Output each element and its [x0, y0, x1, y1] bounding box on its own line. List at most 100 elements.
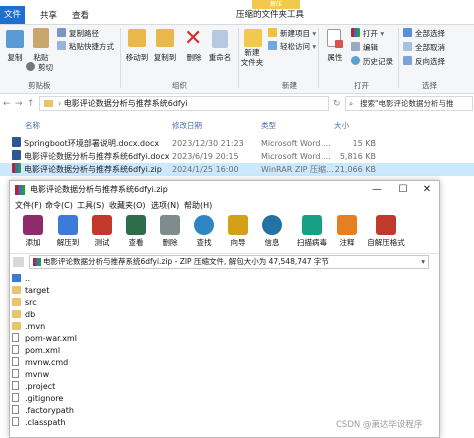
file-name-cell: 电影评论数据分析与推荐系统6dfyi.zip [12, 163, 162, 176]
list-item[interactable]: .classpath [12, 417, 66, 428]
list-item[interactable]: pom.xml [12, 345, 60, 356]
copy-to-icon[interactable] [156, 29, 174, 47]
chevron-down-icon: ▾ [310, 42, 317, 51]
file-modified: 2023/6/19 20:15 [172, 152, 239, 161]
history-icon [351, 56, 360, 65]
entry-name: .factorypath [25, 406, 74, 415]
move-to-button[interactable]: 移动到 [122, 52, 152, 63]
file-icon [12, 417, 19, 426]
paste-icon[interactable] [33, 28, 49, 48]
winrar-path-field[interactable]: 电影评论数据分析与推荐系统6dfyi.zip - ZIP 压缩文件, 解包大小为… [29, 255, 429, 269]
test-button[interactable]: 测试 [86, 214, 118, 252]
delete-button[interactable]: 删除 [182, 52, 206, 63]
move-to-icon[interactable] [128, 29, 146, 47]
back-arrow-icon[interactable]: ← [3, 99, 11, 109]
open-button[interactable]: 打开 ▾ [351, 28, 384, 39]
list-item[interactable]: db [12, 309, 35, 320]
paste-shortcut-button[interactable]: 粘贴快捷方式 [57, 41, 114, 52]
select-none-button[interactable]: 全部取消 [403, 42, 445, 53]
column-header-type[interactable]: 类型 [261, 120, 276, 131]
file-size: 21,066 KB [334, 165, 376, 174]
list-item[interactable]: .gitignore [12, 393, 63, 404]
list-item[interactable]: target [12, 285, 49, 296]
virus-scan-button[interactable]: 扫描病毒 [293, 214, 331, 252]
tab-share[interactable]: 共享 [40, 9, 57, 21]
up-folder-icon[interactable] [13, 257, 24, 267]
menu-commands[interactable]: 命令(C) [45, 199, 73, 212]
refresh-icon[interactable]: ↻ [333, 99, 341, 109]
rename-button[interactable]: 重命名 [204, 52, 236, 63]
comment-button[interactable]: 注释 [331, 214, 363, 252]
paste-shortcut-icon [57, 41, 66, 50]
invert-selection-button[interactable]: 反向选择 [403, 56, 445, 67]
wizard-button[interactable]: 向导 [222, 214, 254, 252]
winrar-zip-icon [12, 163, 21, 173]
list-item[interactable]: .project [12, 381, 55, 392]
minimize-button[interactable]: — [365, 181, 389, 199]
copy-button[interactable]: 复制 [2, 52, 28, 63]
forward-arrow-icon[interactable]: → [15, 99, 23, 109]
easy-access-label: 轻松访问 [280, 42, 310, 51]
file-icon [12, 357, 19, 366]
new-folder-button[interactable]: 新建 文件夹 [236, 48, 268, 68]
search-input[interactable]: ⌕ 搜索"电影评论数据分析与推 [345, 96, 473, 111]
list-item[interactable]: src [12, 297, 37, 308]
find-button[interactable]: 查找 [188, 214, 220, 252]
menu-options[interactable]: 选项(N) [151, 199, 179, 212]
rename-icon[interactable] [212, 30, 228, 48]
file-name: Springboot环境部署说明.docx.docx [24, 139, 160, 148]
extract-to-label: 解压到 [56, 238, 80, 247]
new-item-label: 新建项目 [280, 29, 310, 38]
select-all-button[interactable]: 全部选择 [403, 28, 445, 39]
folder-icon [12, 286, 21, 294]
list-item[interactable]: mvnw.cmd [12, 357, 68, 368]
easy-access-button[interactable]: 轻松访问 ▾ [268, 41, 316, 52]
file-row[interactable]: Springboot环境部署说明.docx.docx 2023/12/30 21… [0, 137, 474, 150]
archive-icon [33, 258, 41, 266]
menu-favorites[interactable]: 收藏夹(O) [109, 199, 146, 212]
group-label-open: 打开 [354, 81, 369, 90]
delete-button[interactable]: 删除 [154, 214, 186, 252]
file-row[interactable]: 电影评论数据分析与推荐系统6dfyi.docx 2023/6/19 20:15 … [0, 150, 474, 163]
pin-icon[interactable] [6, 30, 24, 48]
list-item[interactable]: mvnw [12, 369, 49, 380]
history-button[interactable]: 历史记录 [351, 56, 393, 67]
list-item[interactable]: .mvn [12, 321, 45, 332]
find-icon [194, 215, 214, 235]
column-header-name[interactable]: 名称 [25, 120, 40, 131]
maximize-button[interactable]: ☐ [391, 181, 415, 199]
new-item-button[interactable]: 新建项目 ▾ [268, 28, 316, 39]
menu-file[interactable]: 文件(F) [15, 199, 42, 212]
copy-path-button[interactable]: 复制路径 [57, 28, 99, 39]
address-bar[interactable]: › 电影评论数据分析与推荐系统6dfyi [39, 96, 329, 111]
column-header-modified[interactable]: 修改日期 [172, 120, 202, 131]
close-button[interactable]: ✕ [415, 181, 439, 199]
column-header-size[interactable]: 大小 [334, 120, 349, 131]
list-item[interactable]: pom-war.xml [12, 333, 77, 344]
delete-icon[interactable]: ✕ [184, 26, 202, 51]
cut-button[interactable]: 剪切 [26, 62, 53, 73]
list-item-parent[interactable]: .. [12, 273, 30, 284]
tab-view[interactable]: 查看 [72, 9, 89, 21]
info-button[interactable]: 信息 [256, 214, 288, 252]
edit-button[interactable]: 编辑 [351, 42, 378, 53]
new-folder-icon[interactable] [244, 29, 262, 47]
properties-button[interactable]: 属性 [322, 52, 348, 63]
file-row-selected[interactable]: 电影评论数据分析与推荐系统6dfyi.zip 2024/1/25 16:00 W… [0, 163, 474, 176]
view-button[interactable]: 查看 [120, 214, 152, 252]
menu-help[interactable]: 帮助(H) [184, 199, 212, 212]
entry-name: db [25, 310, 36, 319]
copy-to-button[interactable]: 复制到 [150, 52, 180, 63]
folder-icon [12, 310, 21, 318]
chevron-down-icon[interactable]: ▾ [421, 256, 425, 268]
menu-tools[interactable]: 工具(S) [77, 199, 104, 212]
extract-to-button[interactable]: 解压到 [52, 214, 84, 252]
up-arrow-icon[interactable]: ↑ [27, 99, 35, 109]
add-button[interactable]: 添加 [17, 214, 49, 252]
tab-compressed-folder-tools[interactable]: 压缩的文件夹工具 [236, 8, 304, 20]
add-icon [23, 215, 43, 235]
list-item[interactable]: .factorypath [12, 405, 74, 416]
tab-file[interactable]: 文件 [0, 6, 25, 24]
winrar-title-bar[interactable]: 电影评论数据分析与推荐系统6dfyi.zip — ☐ ✕ [10, 181, 439, 199]
sfx-button[interactable]: 自解压格式 [364, 214, 408, 252]
